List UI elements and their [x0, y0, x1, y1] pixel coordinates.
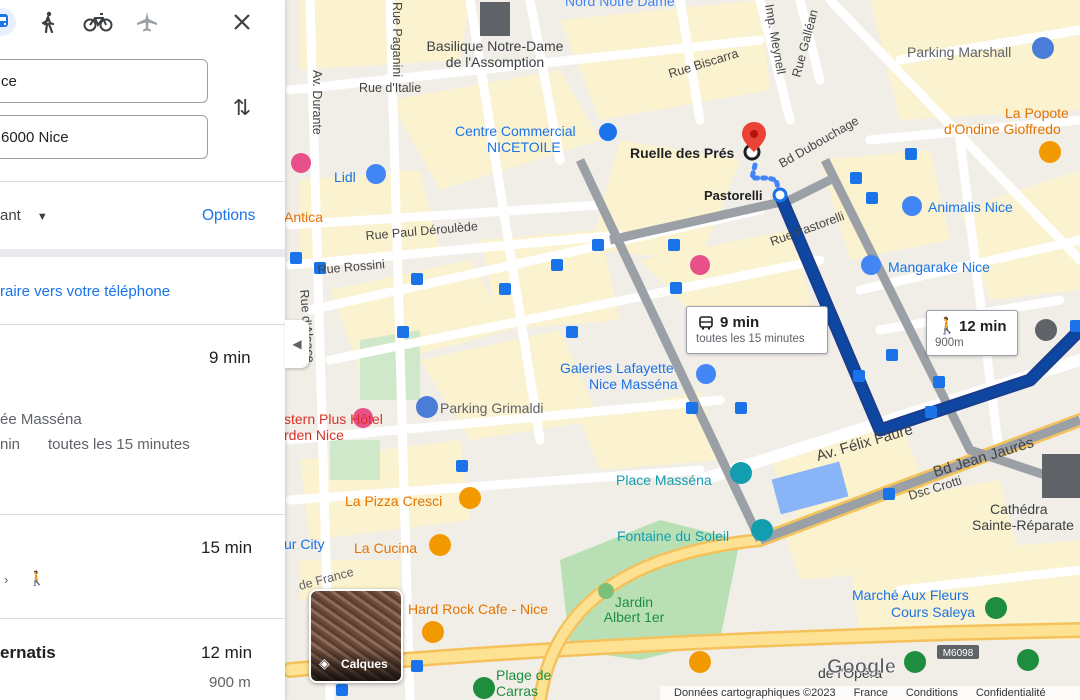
svg-text:ur City: ur City [284, 536, 324, 552]
layers-icon: ◈ [319, 655, 330, 671]
depart-time-dropdown[interactable]: ant ▼ [0, 207, 48, 224]
svg-text:Albert 1er: Albert 1er [604, 609, 665, 625]
origin-value: ce [1, 72, 17, 90]
bike-mode-button[interactable] [82, 8, 114, 36]
svg-text:Pastorelli: Pastorelli [704, 188, 763, 203]
svg-text:stern Plus Hôtel: stern Plus Hôtel [284, 411, 383, 427]
walk-mode-button[interactable] [34, 8, 62, 36]
flight-mode-icon [137, 12, 157, 32]
callout-frequency: toutes les 15 minutes [696, 333, 805, 345]
route-1-duration: 9 min [209, 348, 251, 367]
route-1-departure: ée Masséna [0, 411, 82, 428]
walk-callout-distance: 900m [935, 337, 964, 349]
attribution-country[interactable]: France [854, 687, 888, 699]
svg-text:NICETOILE: NICETOILE [487, 139, 561, 155]
route-1-frequency: toutes les 15 minutes [48, 436, 190, 453]
svg-text:Cours Saleya: Cours Saleya [891, 604, 975, 620]
depart-label: ant [0, 207, 21, 224]
google-logo[interactable]: Google [827, 656, 896, 679]
attribution-data[interactable]: Données cartographiques ©2023 [674, 687, 836, 699]
svg-text:Plage de: Plage de [496, 667, 551, 683]
chevron-right-icon: › [4, 572, 9, 587]
svg-text:Av. Durante: Av. Durante [310, 70, 324, 135]
route-3-title: ernatis [0, 643, 56, 662]
walk-duration-callout[interactable]: 🚶 12 min 900m [926, 310, 1018, 356]
attribution-privacy[interactable]: Confidentialité [976, 687, 1046, 699]
svg-text:Ruelle des Prés: Ruelle des Prés [630, 145, 734, 161]
transit-duration-callout[interactable]: 9 min toutes les 15 minutes [686, 306, 828, 354]
svg-text:Hard Rock Cafe - Nice: Hard Rock Cafe - Nice [408, 601, 548, 617]
svg-text:Fontaine du Soleil: Fontaine du Soleil [617, 528, 729, 544]
options-button[interactable]: Options [202, 207, 255, 225]
svg-text:Nord Notre Dame: Nord Notre Dame [565, 0, 675, 9]
svg-text:Jardin: Jardin [615, 594, 653, 610]
svg-text:Place Masséna: Place Masséna [616, 472, 712, 488]
svg-text:Parking Grimaldi: Parking Grimaldi [440, 400, 543, 416]
layers-button[interactable]: ◈ Calques [309, 589, 403, 683]
svg-text:Carras: Carras [496, 683, 538, 699]
route-3-distance: 900 m [209, 674, 251, 691]
transit-mode-button[interactable] [0, 8, 16, 36]
send-to-phone-link[interactable]: raire vers votre téléphone [0, 283, 170, 300]
swap-button[interactable]: ⇅ [228, 94, 256, 122]
route-3-duration: 12 min [201, 643, 253, 662]
svg-text:Sainte-Réparate: Sainte-Réparate [972, 517, 1074, 533]
svg-text:La Pizza Cresci: La Pizza Cresci [345, 493, 442, 509]
origin-field[interactable]: ce [0, 59, 208, 103]
swap-arrows-icon: ⇅ [232, 95, 252, 120]
svg-text:Parking Marshall: Parking Marshall [907, 44, 1011, 60]
map-attribution: Données cartographiques ©2023 France Con… [660, 686, 1080, 700]
bus-icon [699, 316, 713, 330]
layers-label: Calques [341, 657, 388, 671]
route-option-2[interactable]: 15 min › 🚶 [0, 515, 285, 618]
directions-panel: ce 6000 Nice ⇅ ant ▼ Options raire vers v… [0, 0, 285, 700]
svg-text:La Cucina: La Cucina [354, 540, 417, 556]
transit-mode-icon [0, 14, 8, 27]
svg-text:Rue d'Italie: Rue d'Italie [359, 81, 421, 95]
walk-icon: 🚶 [937, 318, 957, 335]
svg-text:Galeries Lafayette: Galeries Lafayette [560, 360, 674, 376]
svg-text:rden Nice: rden Nice [284, 427, 344, 443]
destination-value: 6000 Nice [1, 128, 69, 146]
collapse-panel-button[interactable]: ◀ [285, 320, 309, 368]
close-button[interactable] [228, 8, 256, 36]
svg-text:Cathédra: Cathédra [990, 501, 1048, 517]
flight-mode-button[interactable] [133, 8, 161, 36]
svg-text:Nice Masséna: Nice Masséna [589, 376, 678, 392]
svg-text:Centre Commercial: Centre Commercial [455, 123, 576, 139]
attribution-terms[interactable]: Conditions [906, 687, 958, 699]
chevron-left-icon: ◀ [292, 337, 302, 351]
walk-callout-duration: 12 min [959, 318, 1007, 335]
callout-duration: 9 min [720, 314, 760, 331]
svg-text:Animalis Nice: Animalis Nice [928, 199, 1013, 215]
route-2-duration: 15 min [201, 538, 253, 557]
destination-field[interactable]: 6000 Nice [0, 115, 208, 159]
svg-text:Antica: Antica [284, 209, 323, 225]
svg-text:Rue Paganini: Rue Paganini [390, 2, 404, 77]
svg-text:Marché Aux Fleurs: Marché Aux Fleurs [852, 587, 969, 603]
route-option-3[interactable]: ernatis 12 min 900 m [0, 619, 285, 700]
svg-text:Basilique Notre-Dame: Basilique Notre-Dame [427, 38, 564, 54]
svg-text:Mangarake Nice: Mangarake Nice [888, 259, 990, 275]
svg-text:de l'Assomption: de l'Assomption [446, 54, 544, 70]
svg-text:M6098: M6098 [943, 648, 974, 659]
route-option-1[interactable]: 9 min ée Masséna nin toutes les 15 minut… [0, 325, 285, 514]
close-icon [234, 14, 250, 30]
route-1-duration-short: nin [0, 436, 21, 453]
bike-mode-icon [83, 13, 113, 32]
walk-mode-icon [41, 11, 55, 33]
svg-text:d'Ondine Gioffredo: d'Ondine Gioffredo [944, 121, 1061, 137]
dropdown-arrow-icon: ▼ [36, 211, 48, 223]
svg-text:Lidl: Lidl [334, 169, 356, 185]
svg-text:La Popote: La Popote [1005, 105, 1069, 121]
walk-icon: 🚶 [28, 570, 46, 586]
